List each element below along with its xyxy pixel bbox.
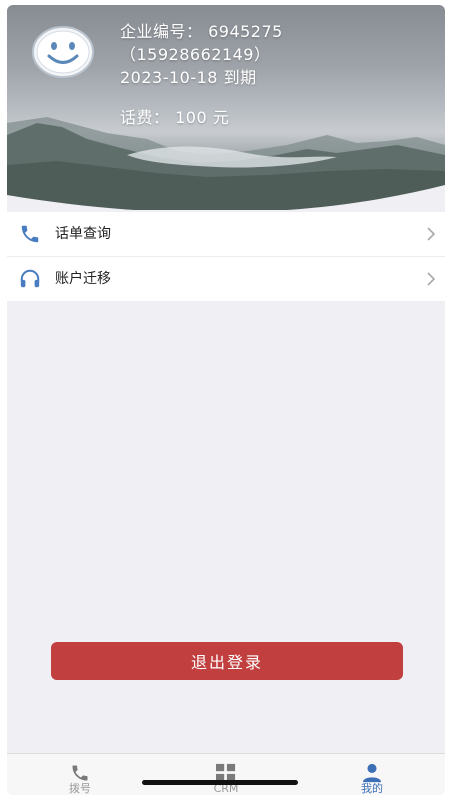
tab-crm[interactable]: CRM [153, 754, 299, 795]
app-screen: 企业编号： 6945275 （15928662149） 2023-10-18 到… [7, 5, 445, 795]
tab-dial[interactable]: 拨号 [7, 754, 153, 795]
chevron-right-icon [427, 227, 435, 241]
home-indicator[interactable] [142, 780, 298, 785]
expiry-date: 2023-10-18 到期 [120, 68, 257, 87]
tab-mine[interactable]: 我的 [299, 754, 445, 795]
logout-button[interactable]: 退出登录 [51, 642, 403, 680]
company-id: 企业编号： 6945275 [120, 22, 283, 41]
avatar[interactable] [31, 25, 95, 79]
menu-item-label: 话单查询 [55, 226, 111, 242]
menu-item-call-records[interactable]: 话单查询 [7, 212, 445, 256]
chevron-right-icon [427, 272, 435, 286]
profile-header: 企业编号： 6945275 （15928662149） 2023-10-18 到… [7, 5, 445, 210]
phone-icon [21, 225, 39, 243]
menu-item-account-migration[interactable]: 账户迁移 [7, 256, 445, 301]
tab-bar: 拨号 CRM 我的 [7, 753, 445, 795]
menu-item-label: 账户迁移 [55, 271, 111, 287]
phone-icon [72, 765, 88, 781]
phone-number: （15928662149） [120, 45, 271, 64]
person-icon [362, 763, 382, 783]
tab-label: 拨号 [69, 782, 91, 795]
headset-icon [20, 269, 40, 288]
tab-label: 我的 [361, 782, 383, 795]
menu-list: 话单查询 账户迁移 [7, 212, 445, 301]
balance-fee: 话费： 100 元 [120, 108, 230, 127]
